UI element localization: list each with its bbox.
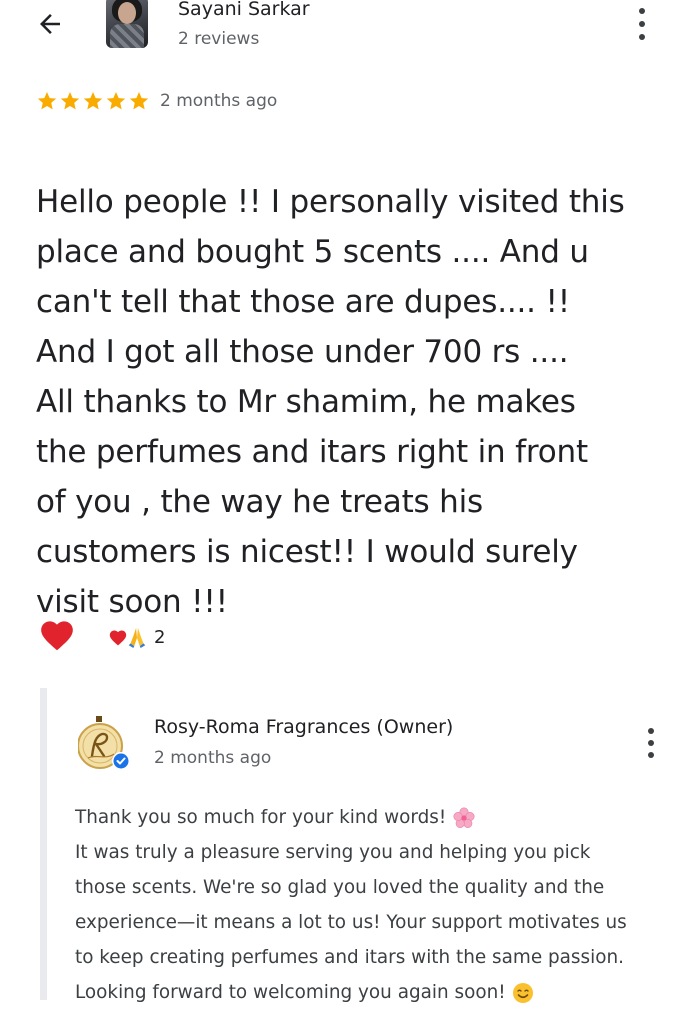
- back-button[interactable]: [30, 4, 70, 44]
- review-line: And I got all those under 700 rs ....: [36, 334, 569, 370]
- review-header: Sayani Sarkar 2 reviews: [0, 0, 700, 60]
- owner-reply-line: Looking forward to welcoming you again s…: [75, 975, 680, 1010]
- more-vert-icon: [639, 8, 645, 14]
- arrow-back-icon: [40, 14, 60, 34]
- reactions-row: 2: [38, 616, 338, 656]
- owner-name: Rosy-Roma Fragrances (Owner): [154, 716, 454, 738]
- owner-avatar[interactable]: [77, 716, 142, 772]
- smiling-face-icon: [513, 983, 534, 1003]
- owner-reply-line: It was truly a pleasure serving you and …: [75, 842, 591, 863]
- owner-reply-line: to keep creating perfumes and itars with…: [75, 947, 624, 968]
- star-icon: [129, 92, 149, 110]
- rating-row: 2 months ago: [36, 89, 277, 113]
- star-icon: [83, 92, 103, 110]
- reply-divider-bar: [40, 688, 47, 1000]
- review-body: Hello people !! I personally visited thi…: [36, 127, 676, 677]
- review-line: the perfumes and itars right in front: [36, 434, 588, 470]
- review-line: can't tell that those are dupes.... !!: [36, 284, 570, 320]
- reviewer-review-count: 2 reviews: [178, 29, 260, 49]
- reviewer-avatar[interactable]: [106, 0, 148, 48]
- cherry-blossom-icon: [453, 807, 475, 828]
- review-line: Hello people !! I personally visited thi…: [36, 184, 625, 220]
- reaction-count: 2: [154, 626, 166, 648]
- owner-more-options-button[interactable]: [640, 728, 662, 758]
- owner-reply-line: Thank you so much for your kind words!: [75, 800, 680, 835]
- heart-icon: [109, 630, 127, 646]
- reaction-summary[interactable]: 2: [108, 624, 165, 650]
- react-heart-button[interactable]: [38, 616, 76, 654]
- star-icon: [106, 92, 126, 110]
- star-rating: [36, 90, 150, 112]
- review-time: 2 months ago: [160, 91, 278, 111]
- review-line: of you , the way he treats his: [36, 484, 483, 520]
- brand-logo-icon: [77, 716, 130, 770]
- star-icon: [60, 92, 80, 110]
- heart-icon: [41, 621, 73, 651]
- owner-reply-body: Thank you so much for your kind words! I…: [75, 800, 680, 1010]
- review-line: place and bought 5 scents .... And u: [36, 234, 589, 270]
- owner-reply-line: experience—it means a lot to us! Your su…: [75, 912, 627, 933]
- review-line: customers is nicest!! I would surely: [36, 534, 578, 570]
- reviewer-name[interactable]: Sayani Sarkar: [178, 0, 310, 20]
- more-options-button[interactable]: [628, 8, 656, 40]
- star-icon: [37, 92, 57, 110]
- review-line: All thanks to Mr shamim, he makes: [36, 384, 576, 420]
- more-vert-icon: [648, 728, 654, 734]
- pray-icon: [128, 627, 146, 648]
- owner-reply-line: those scents. We're so glad you loved th…: [75, 877, 605, 898]
- owner-reply-time: 2 months ago: [154, 748, 272, 768]
